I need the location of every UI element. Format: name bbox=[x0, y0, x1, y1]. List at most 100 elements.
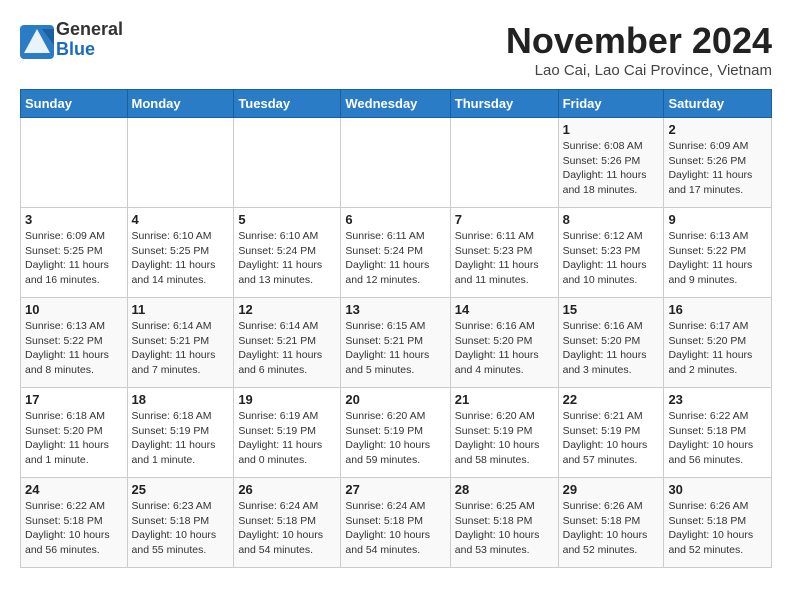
weekday-header: Monday bbox=[127, 90, 234, 118]
calendar-cell: 8 Sunrise: 6:12 AM Sunset: 5:23 PM Daylig… bbox=[558, 208, 664, 298]
calendar-week-row: 1 Sunrise: 6:08 AM Sunset: 5:26 PM Daylig… bbox=[21, 118, 772, 208]
calendar-cell: 5 Sunrise: 6:10 AM Sunset: 5:24 PM Daylig… bbox=[234, 208, 341, 298]
day-info: Sunrise: 6:26 AM Sunset: 5:18 PM Dayligh… bbox=[668, 499, 767, 558]
title-section: November 2024 Lao Cai, Lao Cai Province,… bbox=[506, 20, 772, 79]
calendar-body: 1 Sunrise: 6:08 AM Sunset: 5:26 PM Daylig… bbox=[21, 118, 772, 568]
calendar-cell: 19 Sunrise: 6:19 AM Sunset: 5:19 PM Dayli… bbox=[234, 388, 341, 478]
day-info: Sunrise: 6:19 AM Sunset: 5:19 PM Dayligh… bbox=[238, 409, 336, 468]
calendar-week-row: 17 Sunrise: 6:18 AM Sunset: 5:20 PM Dayli… bbox=[21, 388, 772, 478]
calendar-week-row: 24 Sunrise: 6:22 AM Sunset: 5:18 PM Dayli… bbox=[21, 478, 772, 568]
day-info: Sunrise: 6:16 AM Sunset: 5:20 PM Dayligh… bbox=[455, 319, 554, 378]
day-number: 28 bbox=[455, 482, 554, 497]
day-number: 29 bbox=[563, 482, 660, 497]
day-number: 8 bbox=[563, 212, 660, 227]
calendar-cell: 23 Sunrise: 6:22 AM Sunset: 5:18 PM Dayli… bbox=[664, 388, 772, 478]
day-info: Sunrise: 6:13 AM Sunset: 5:22 PM Dayligh… bbox=[668, 229, 767, 288]
day-info: Sunrise: 6:12 AM Sunset: 5:23 PM Dayligh… bbox=[563, 229, 660, 288]
day-info: Sunrise: 6:11 AM Sunset: 5:23 PM Dayligh… bbox=[455, 229, 554, 288]
day-info: Sunrise: 6:24 AM Sunset: 5:18 PM Dayligh… bbox=[345, 499, 445, 558]
calendar-cell bbox=[21, 118, 128, 208]
location: Lao Cai, Lao Cai Province, Vietnam bbox=[506, 62, 772, 79]
day-number: 3 bbox=[25, 212, 123, 227]
day-number: 18 bbox=[132, 392, 230, 407]
day-number: 6 bbox=[345, 212, 445, 227]
weekday-header: Sunday bbox=[21, 90, 128, 118]
calendar-cell: 29 Sunrise: 6:26 AM Sunset: 5:18 PM Dayli… bbox=[558, 478, 664, 568]
calendar-cell: 3 Sunrise: 6:09 AM Sunset: 5:25 PM Daylig… bbox=[21, 208, 128, 298]
day-number: 20 bbox=[345, 392, 445, 407]
weekday-header: Thursday bbox=[450, 90, 558, 118]
day-number: 11 bbox=[132, 302, 230, 317]
month-title: November 2024 bbox=[506, 20, 772, 62]
calendar-cell: 18Sunrise: 6:18 AM Sunset: 5:19 PM Dayli… bbox=[127, 388, 234, 478]
weekday-row: SundayMondayTuesdayWednesdayThursdayFrid… bbox=[21, 90, 772, 118]
day-number: 30 bbox=[668, 482, 767, 497]
logo-icon bbox=[20, 25, 50, 55]
day-number: 5 bbox=[238, 212, 336, 227]
day-info: Sunrise: 6:21 AM Sunset: 5:19 PM Dayligh… bbox=[563, 409, 660, 468]
calendar-cell: 10Sunrise: 6:13 AM Sunset: 5:22 PM Dayli… bbox=[21, 298, 128, 388]
calendar-week-row: 3 Sunrise: 6:09 AM Sunset: 5:25 PM Daylig… bbox=[21, 208, 772, 298]
calendar-cell: 9 Sunrise: 6:13 AM Sunset: 5:22 PM Daylig… bbox=[664, 208, 772, 298]
day-info: Sunrise: 6:08 AM Sunset: 5:26 PM Dayligh… bbox=[563, 139, 660, 198]
day-info: Sunrise: 6:20 AM Sunset: 5:19 PM Dayligh… bbox=[345, 409, 445, 468]
day-number: 7 bbox=[455, 212, 554, 227]
day-info: Sunrise: 6:09 AM Sunset: 5:25 PM Dayligh… bbox=[25, 229, 123, 288]
calendar-cell: 2 Sunrise: 6:09 AM Sunset: 5:26 PM Daylig… bbox=[664, 118, 772, 208]
day-info: Sunrise: 6:22 AM Sunset: 5:18 PM Dayligh… bbox=[25, 499, 123, 558]
calendar-cell: 20 Sunrise: 6:20 AM Sunset: 5:19 PM Dayli… bbox=[341, 388, 450, 478]
day-info: Sunrise: 6:14 AM Sunset: 5:21 PM Dayligh… bbox=[132, 319, 230, 378]
page-header: General Blue November 2024 Lao Cai, Lao … bbox=[20, 20, 772, 79]
calendar-cell: 11 Sunrise: 6:14 AM Sunset: 5:21 PM Dayli… bbox=[127, 298, 234, 388]
day-info: Sunrise: 6:26 AM Sunset: 5:18 PM Dayligh… bbox=[563, 499, 660, 558]
day-info: Sunrise: 6:14 AM Sunset: 5:21 PM Dayligh… bbox=[238, 319, 336, 378]
day-info: Sunrise: 6:13 AM Sunset: 5:22 PM Dayligh… bbox=[25, 319, 123, 378]
day-info: Sunrise: 6:10 AM Sunset: 5:25 PM Dayligh… bbox=[132, 229, 230, 288]
calendar-cell: 25Sunrise: 6:23 AM Sunset: 5:18 PM Dayli… bbox=[127, 478, 234, 568]
calendar-table: SundayMondayTuesdayWednesdayThursdayFrid… bbox=[20, 89, 772, 568]
calendar-cell: 13Sunrise: 6:15 AM Sunset: 5:21 PM Dayli… bbox=[341, 298, 450, 388]
calendar-cell: 7 Sunrise: 6:11 AM Sunset: 5:23 PM Daylig… bbox=[450, 208, 558, 298]
calendar-cell: 24 Sunrise: 6:22 AM Sunset: 5:18 PM Dayli… bbox=[21, 478, 128, 568]
calendar-cell: 27Sunrise: 6:24 AM Sunset: 5:18 PM Dayli… bbox=[341, 478, 450, 568]
logo-blue: Blue bbox=[56, 40, 123, 60]
day-info: Sunrise: 6:18 AM Sunset: 5:20 PM Dayligh… bbox=[25, 409, 123, 468]
day-number: 9 bbox=[668, 212, 767, 227]
day-number: 19 bbox=[238, 392, 336, 407]
day-info: Sunrise: 6:24 AM Sunset: 5:18 PM Dayligh… bbox=[238, 499, 336, 558]
calendar-header: SundayMondayTuesdayWednesdayThursdayFrid… bbox=[21, 90, 772, 118]
day-number: 21 bbox=[455, 392, 554, 407]
calendar-cell: 4Sunrise: 6:10 AM Sunset: 5:25 PM Daylig… bbox=[127, 208, 234, 298]
day-number: 24 bbox=[25, 482, 123, 497]
calendar-cell bbox=[341, 118, 450, 208]
logo-general: General bbox=[56, 20, 123, 40]
day-info: Sunrise: 6:10 AM Sunset: 5:24 PM Dayligh… bbox=[238, 229, 336, 288]
calendar-cell: 22Sunrise: 6:21 AM Sunset: 5:19 PM Dayli… bbox=[558, 388, 664, 478]
day-info: Sunrise: 6:16 AM Sunset: 5:20 PM Dayligh… bbox=[563, 319, 660, 378]
calendar-cell bbox=[234, 118, 341, 208]
calendar-cell: 17 Sunrise: 6:18 AM Sunset: 5:20 PM Dayli… bbox=[21, 388, 128, 478]
day-number: 15 bbox=[563, 302, 660, 317]
calendar-cell: 15 Sunrise: 6:16 AM Sunset: 5:20 PM Dayli… bbox=[558, 298, 664, 388]
day-info: Sunrise: 6:22 AM Sunset: 5:18 PM Dayligh… bbox=[668, 409, 767, 468]
day-number: 25 bbox=[132, 482, 230, 497]
calendar-cell: 12 Sunrise: 6:14 AM Sunset: 5:21 PM Dayli… bbox=[234, 298, 341, 388]
logo: General Blue bbox=[20, 20, 123, 60]
calendar-cell bbox=[450, 118, 558, 208]
weekday-header: Tuesday bbox=[234, 90, 341, 118]
day-number: 12 bbox=[238, 302, 336, 317]
calendar-cell: 21Sunrise: 6:20 AM Sunset: 5:19 PM Dayli… bbox=[450, 388, 558, 478]
day-number: 1 bbox=[563, 122, 660, 137]
day-info: Sunrise: 6:11 AM Sunset: 5:24 PM Dayligh… bbox=[345, 229, 445, 288]
calendar-week-row: 10Sunrise: 6:13 AM Sunset: 5:22 PM Dayli… bbox=[21, 298, 772, 388]
weekday-header: Saturday bbox=[664, 90, 772, 118]
day-number: 16 bbox=[668, 302, 767, 317]
day-number: 26 bbox=[238, 482, 336, 497]
day-number: 23 bbox=[668, 392, 767, 407]
day-info: Sunrise: 6:09 AM Sunset: 5:26 PM Dayligh… bbox=[668, 139, 767, 198]
day-info: Sunrise: 6:17 AM Sunset: 5:20 PM Dayligh… bbox=[668, 319, 767, 378]
weekday-header: Wednesday bbox=[341, 90, 450, 118]
day-number: 2 bbox=[668, 122, 767, 137]
day-number: 17 bbox=[25, 392, 123, 407]
day-info: Sunrise: 6:15 AM Sunset: 5:21 PM Dayligh… bbox=[345, 319, 445, 378]
